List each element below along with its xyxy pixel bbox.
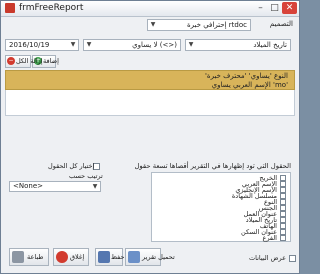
field-item[interactable]: الفرع [262,234,286,242]
print-label: طباعة [27,253,44,261]
filter-item[interactable]: 'mo' الإسم العربي يساوي [212,81,288,89]
chevron-down-icon: ▼ [70,41,76,48]
field-item-label: الفرع [262,234,277,242]
select-all-label: إختيار كل الحقول [48,162,95,170]
title-bar: frmFreeReport – □ ✕ [1,1,299,17]
field-dropdown-value: تاريخ الميلاد [253,41,287,49]
close-button[interactable]: إغلاق [53,248,89,266]
filter-list-empty-area [5,90,295,116]
chevron-down-icon: ▼ [150,21,156,28]
design-dropdown[interactable]: rtdoc إحترافي خبرة ▼ [147,19,251,31]
save-button[interactable]: حفظ [95,248,125,266]
date-picker[interactable]: 2016/10/19 ▼ [5,39,79,51]
remove-all-button[interactable]: − إزالة الكل [5,55,43,68]
filter-list[interactable]: النوع 'يساوي' 'محترف خبرة' 'mo' الإسم ال… [5,70,295,90]
report-window: frmFreeReport – □ ✕ التصميم rtdoc إحتراف… [0,0,300,274]
close-icon [56,251,68,263]
sort-dropdown[interactable]: <None> ▼ [9,181,101,192]
sort-label: ترتيب حسب [69,172,103,180]
fields-heading: الحقول التي تود إظهارها في التقرير أقصاه… [134,162,291,170]
design-value: rtdoc إحترافي خبرة [187,21,247,29]
load-report-button[interactable]: تحميل تقرير [125,248,175,266]
maximize-button[interactable]: □ [268,2,281,14]
design-label: التصميم [269,20,293,28]
printer-icon [12,251,24,263]
filter-item[interactable]: النوع 'يساوي' 'محترف خبرة' [205,72,288,80]
print-button[interactable]: طباعة [9,248,49,266]
save-icon [98,251,110,263]
close-label: إغلاق [70,253,85,261]
add-label: إضافة [43,57,59,65]
minus-icon: − [7,57,15,65]
chevron-down-icon: ▼ [86,41,92,48]
show-data-checkbox[interactable] [289,255,296,262]
show-data-label: عرض البيانات [249,254,286,262]
field-checkbox[interactable] [280,235,286,241]
folder-icon [128,251,140,263]
app-icon [5,3,15,13]
chevron-down-icon: ▼ [92,183,98,190]
sort-value: <None> [13,182,43,190]
fields-checklist[interactable]: الخريج الإسم العربي الإسم الإنجليزي مسلس… [151,172,291,242]
date-value: 2016/10/19 [9,41,50,49]
minimize-button[interactable]: – [254,2,267,14]
load-report-label: تحميل تقرير [142,253,175,261]
operator-dropdown-value: (<>) لا يساوي [132,41,177,49]
close-window-button[interactable]: ✕ [282,2,297,14]
chevron-down-icon: ▼ [188,41,194,48]
remove-all-label: إزالة الكل [16,57,43,65]
save-label: حفظ [111,253,125,261]
field-dropdown[interactable]: تاريخ الميلاد ▼ [185,39,291,51]
operator-dropdown[interactable]: (<>) لا يساوي ▼ [83,39,181,51]
window-title: frmFreeReport [19,3,84,13]
